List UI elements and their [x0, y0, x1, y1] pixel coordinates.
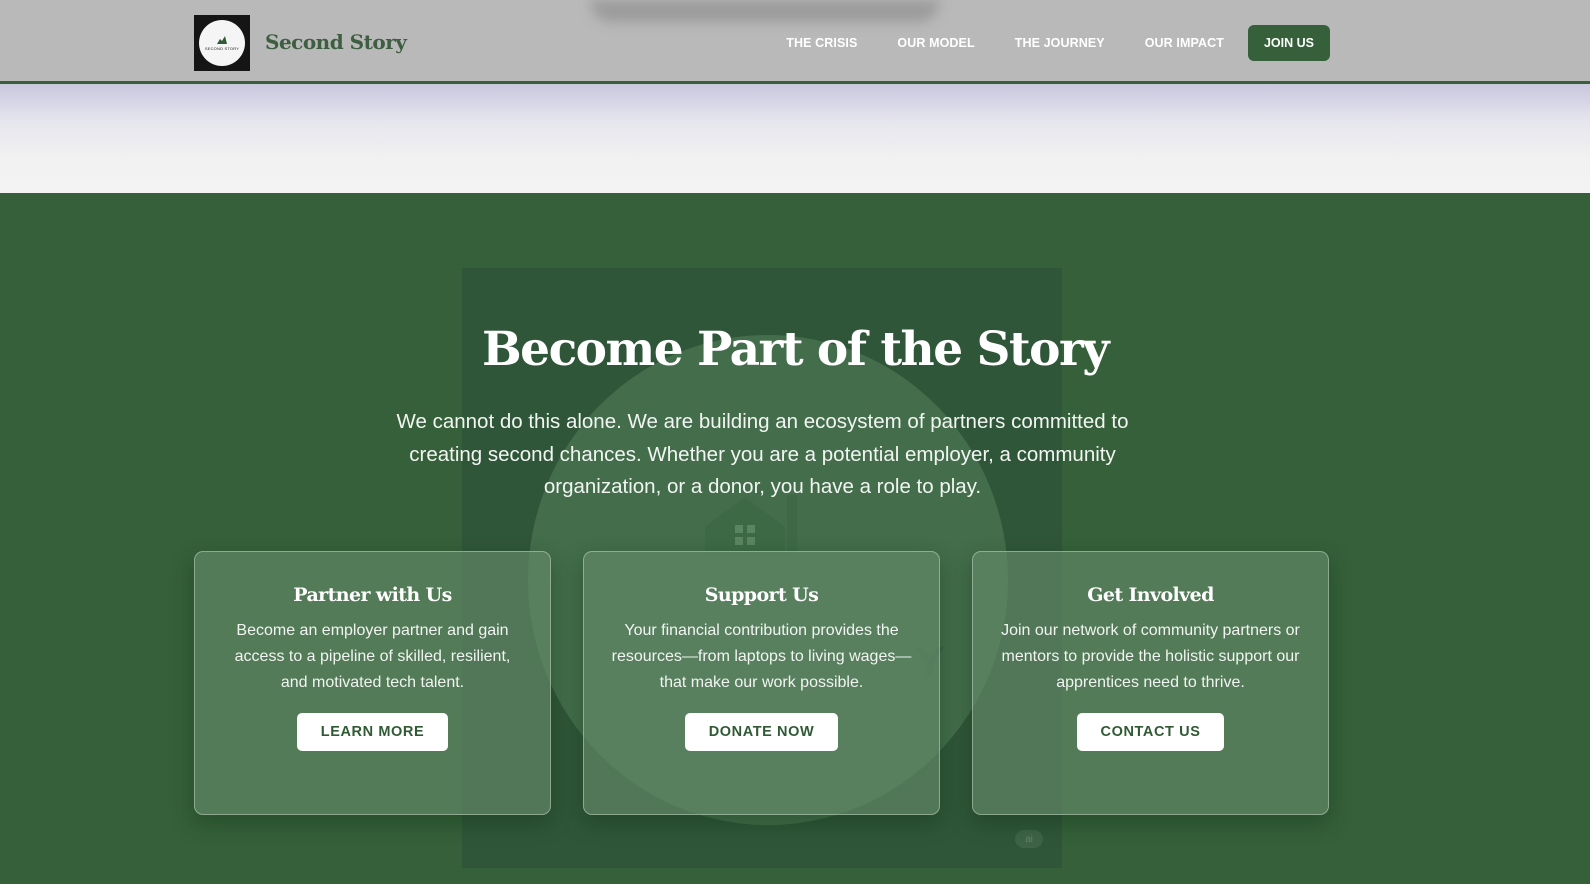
nav-link-the-journey[interactable]: THE JOURNEY [1015, 36, 1105, 50]
join-us-button[interactable]: JOIN US [1247, 25, 1330, 61]
section-intro: We cannot do this alone. We are building… [396, 410, 1129, 498]
nav-link-our-model[interactable]: OUR MODEL [897, 36, 974, 50]
card-text: Become an employer partner and gain acce… [234, 622, 511, 691]
nav-link-our-impact[interactable]: OUR IMPACT [1145, 36, 1224, 50]
logo-circle: SECOND STORY [199, 20, 245, 66]
brand-name[interactable]: Second Story [265, 30, 407, 54]
donate-now-button[interactable]: DONATE NOW [684, 713, 839, 751]
card-text: Your financial contribution provides the… [611, 622, 912, 691]
hero-band [0, 84, 1590, 193]
nav-link-the-crisis[interactable]: THE CRISIS [786, 36, 857, 50]
card-title: Partner with Us [293, 584, 452, 606]
card-partner: Partner with Us Become an employer partn… [194, 551, 551, 815]
main-nav: THE CRISIS OUR MODEL THE JOURNEY OUR IMP… [746, 25, 1330, 61]
learn-more-button[interactable]: LEARN MORE [296, 713, 449, 751]
background-badge: ai [1015, 830, 1043, 848]
site-header: SECOND STORY Second Story THE CRISIS OUR… [0, 0, 1590, 84]
contact-us-button[interactable]: CONTACT US [1076, 713, 1225, 751]
card-title: Support Us [704, 584, 819, 606]
logo-text: SECOND STORY [204, 46, 240, 51]
card-support: Support Us Your financial contribution p… [583, 551, 940, 815]
card-get-involved: Get Involved Join our network of communi… [972, 551, 1329, 815]
logo[interactable]: SECOND STORY [194, 15, 250, 71]
header-ghost-shape [590, 0, 940, 22]
card-text: Join our network of community partners o… [1001, 622, 1300, 691]
section-title: Become Part of the Story [481, 322, 1110, 377]
card-title: Get Involved [1087, 584, 1214, 606]
logo-mark-icon [217, 36, 227, 44]
